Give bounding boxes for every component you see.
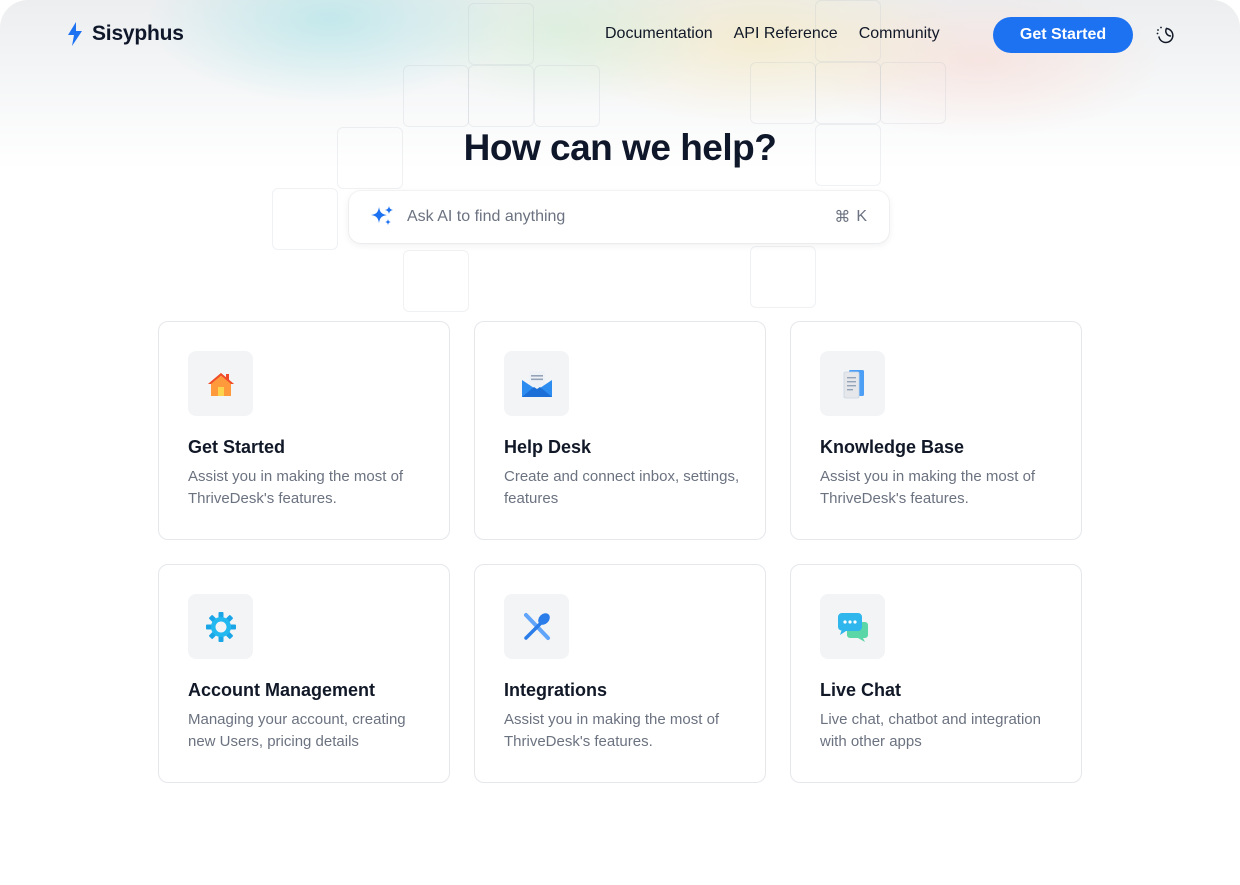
help-category-grid: Get Started Assist you in making the mos…	[158, 321, 1082, 783]
card-icon-container	[820, 351, 885, 416]
sparkles-icon	[371, 206, 393, 225]
utensils-icon	[523, 612, 550, 640]
envelope-icon	[521, 370, 552, 397]
category-card-live-chat[interactable]: Live Chat Live chat, chatbot and integra…	[790, 564, 1082, 783]
card-description: Assist you in making the most of ThriveD…	[820, 468, 1036, 507]
gear-icon	[205, 611, 236, 642]
lightning-bolt-icon	[68, 22, 82, 46]
page-title: How can we help?	[463, 127, 777, 168]
nav-link-documentation[interactable]: Documentation	[605, 24, 713, 44]
ai-search-input[interactable]	[407, 208, 835, 226]
nav-link-community[interactable]: Community	[859, 24, 940, 44]
category-card-knowledge-base[interactable]: Knowledge Base Assist you in making the …	[790, 321, 1082, 540]
card-title: Knowledge Base	[820, 437, 965, 457]
page: Sisyphus Documentation API Reference Com…	[0, 0, 1240, 885]
house-icon	[207, 372, 234, 396]
get-started-button[interactable]: Get Started	[993, 17, 1133, 53]
category-card-account-management[interactable]: Account Management Managing your account…	[158, 564, 450, 783]
card-description: Managing your account, creating new User…	[188, 711, 406, 750]
card-description: Create and connect inbox, settings, feat…	[504, 468, 740, 507]
document-icon	[843, 369, 864, 398]
category-card-integrations[interactable]: Integrations Assist you in making the mo…	[474, 564, 766, 783]
brand-name: Sisyphus	[92, 22, 184, 45]
card-title: Integrations	[504, 680, 608, 700]
card-icon-container	[504, 351, 569, 416]
card-title: Live Chat	[820, 680, 902, 700]
card-icon-container	[188, 594, 253, 659]
category-card-help-desk[interactable]: Help Desk Create and connect inbox, sett…	[474, 321, 766, 540]
card-description: Assist you in making the most of ThriveD…	[188, 468, 404, 507]
category-card-get-started[interactable]: Get Started Assist you in making the mos…	[158, 321, 450, 540]
card-description: Assist you in making the most of ThriveD…	[504, 711, 720, 750]
card-icon-container	[504, 594, 569, 659]
shortcut-key: K	[856, 208, 867, 225]
card-title: Account Management	[188, 680, 376, 700]
card-title: Get Started	[188, 437, 286, 457]
nav-link-api-reference[interactable]: API Reference	[734, 24, 838, 44]
theme-toggle-icon[interactable]	[1154, 24, 1176, 46]
keyboard-shortcut-hint: ⌘ K	[834, 207, 867, 227]
command-key-icon: ⌘	[834, 209, 851, 226]
card-title: Help Desk	[504, 437, 592, 457]
card-description: Live chat, chatbot and integration with …	[820, 711, 1041, 750]
card-icon-container	[820, 594, 885, 659]
brand-logo[interactable]: Sisyphus	[66, 22, 184, 46]
chat-bubble-icon	[837, 612, 868, 642]
ai-search-bar[interactable]: ⌘ K	[349, 191, 889, 243]
card-icon-container	[188, 351, 253, 416]
top-nav: Documentation API Reference Community	[605, 24, 940, 44]
